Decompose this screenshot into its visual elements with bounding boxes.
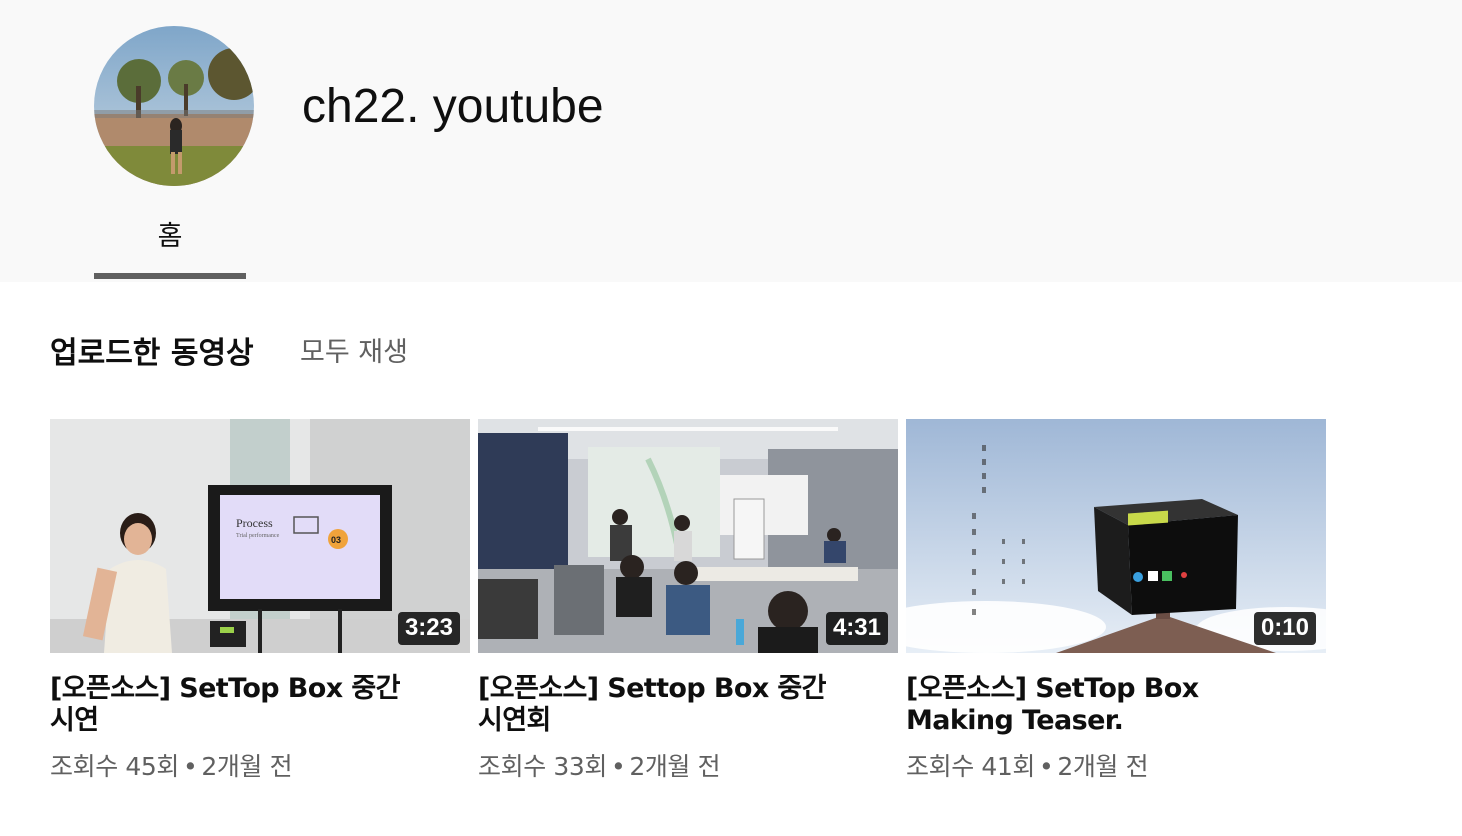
video-meta-2: 조회수 33회 • 2개월 전 <box>478 747 898 783</box>
upload-age: 2개월 전 <box>629 752 721 781</box>
channel-avatar[interactable] <box>94 26 254 186</box>
shelf-title[interactable]: 업로드한 동영상 <box>50 328 254 372</box>
channel-name: ch22. youtube <box>302 80 604 133</box>
video-duration-3: 0:10 <box>1253 612 1316 645</box>
upload-age: 2개월 전 <box>1057 752 1149 781</box>
video-card-1[interactable]: Process Trial performance 03 3:23 [오픈소스]… <box>50 419 470 783</box>
slide-title-text: Process <box>236 516 273 530</box>
tab-home[interactable]: 홈 <box>94 206 246 282</box>
tab-home-label: 홈 <box>157 221 183 252</box>
channel-header: ch22. youtube 홈 <box>0 0 1462 282</box>
view-count: 조회수 45회 <box>50 752 179 781</box>
video-thumbnail-2[interactable]: 4:31 <box>478 419 898 653</box>
video-card-2[interactable]: 4:31 [오픈소스] Settop Box 중간 시연회 조회수 33회 • 2개… <box>478 419 898 783</box>
slide-subtitle-text: Trial performance <box>236 532 280 539</box>
tab-active-indicator <box>94 273 246 279</box>
video-title-2[interactable]: [오픈소스] Settop Box 중간 시연회 <box>478 673 858 737</box>
video-duration-1: 3:23 <box>397 612 460 645</box>
video-thumbnail-3[interactable]: 0:10 <box>906 419 1326 653</box>
meta-separator: • <box>610 752 626 781</box>
meta-separator: • <box>182 752 198 781</box>
view-count: 조회수 33회 <box>478 752 607 781</box>
video-title-3[interactable]: [오픈소스] SetTop Box Making Teaser. <box>906 673 1286 737</box>
video-thumbnail-1[interactable]: Process Trial performance 03 3:23 <box>50 419 470 653</box>
meta-separator: • <box>1038 752 1054 781</box>
slide-badge-text: 03 <box>331 535 341 545</box>
view-count: 조회수 41회 <box>906 752 1035 781</box>
upload-age: 2개월 전 <box>201 752 293 781</box>
play-all-button[interactable]: 모두 재생 <box>300 330 408 369</box>
video-meta-1: 조회수 45회 • 2개월 전 <box>50 747 470 783</box>
video-title-1[interactable]: [오픈소스] SetTop Box 중간 시연 <box>50 673 430 737</box>
video-duration-2: 4:31 <box>825 612 888 645</box>
video-card-3[interactable]: 0:10 [오픈소스] SetTop Box Making Teaser. 조회… <box>906 419 1326 783</box>
video-meta-3: 조회수 41회 • 2개월 전 <box>906 747 1326 783</box>
